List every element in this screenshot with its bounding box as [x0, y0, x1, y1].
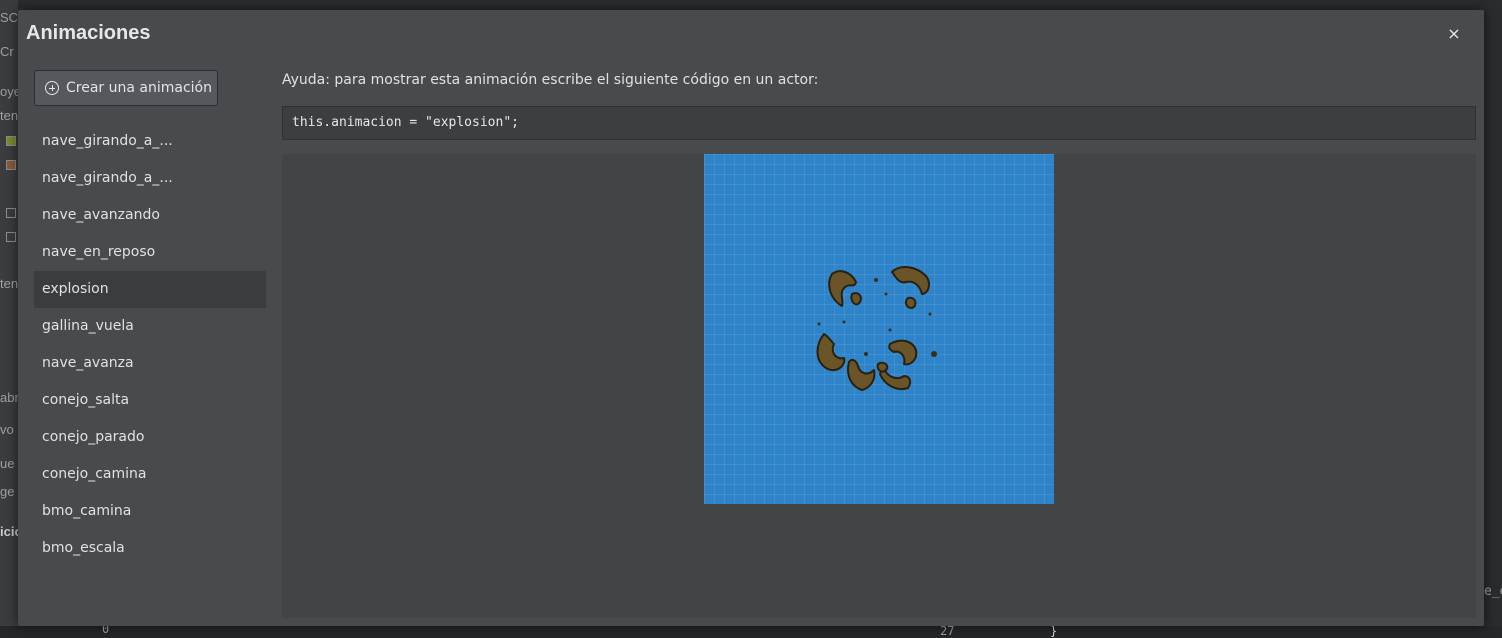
bg-fragment: Cr [0, 44, 14, 59]
close-button[interactable]: × [1446, 26, 1462, 42]
bg-fragment: ge [0, 484, 15, 499]
debris-chunk [879, 369, 912, 390]
bg-square [6, 232, 16, 242]
bg-fragment: icio [0, 524, 18, 539]
animation-list-item[interactable]: explosion [34, 271, 266, 308]
bg-code-brace: } [1050, 626, 1058, 638]
animation-list-item[interactable]: bmo_camina [34, 493, 266, 530]
bg-fragment: e_e [1484, 584, 1502, 599]
debris-chunk [876, 361, 889, 373]
debris-chunk [816, 333, 846, 372]
animation-list-item[interactable]: nave_avanzando [34, 197, 266, 234]
animation-list-item[interactable]: nave_en_reposo [34, 234, 266, 271]
bg-fragment: abri [0, 390, 18, 405]
debris-chunk [891, 266, 930, 295]
background-right-panel: e_e [1484, 0, 1502, 638]
animation-preview-area [282, 154, 1476, 618]
animation-list-item[interactable]: conejo_parado [34, 419, 266, 456]
bg-square [6, 136, 16, 146]
bg-fragment: oye [0, 84, 18, 99]
background-left-panel: SC Cr oye ten ten abri vo ue ge icio [0, 0, 18, 638]
animation-list-item[interactable]: bmo_escala [34, 530, 266, 567]
bg-fragment: 0 [102, 626, 110, 636]
debris-chunk [904, 296, 917, 309]
animation-list-item[interactable]: nave_avanza [34, 345, 266, 382]
bg-fragment: ten [0, 276, 18, 291]
debris-particle [931, 351, 937, 357]
background-topbar [0, 0, 1502, 10]
animation-list-item[interactable]: gallina_vuela [34, 308, 266, 345]
bg-line-number: 27 [940, 626, 955, 638]
debris-particle [874, 278, 878, 282]
dialog-title: Animaciones [26, 22, 151, 44]
create-animation-button[interactable]: Crear una animación [34, 70, 218, 106]
code-snippet[interactable]: this.animacion = "explosion"; [282, 106, 1476, 140]
animation-list-item[interactable]: nave_girando_a_... [34, 123, 266, 160]
debris-particle [928, 312, 932, 316]
bg-fragment: ue [0, 456, 15, 471]
debris-chunk [850, 292, 862, 306]
debris-particle [864, 352, 868, 356]
animation-list: nave_girando_a_... nave_girando_a_... na… [34, 123, 266, 567]
animation-list-item[interactable]: nave_girando_a_... [34, 160, 266, 197]
animation-list-item[interactable]: conejo_camina [34, 456, 266, 493]
background-bottom-strip: 0 27 } [0, 626, 1502, 638]
debris-particle [888, 328, 892, 332]
debris-particle [817, 322, 821, 326]
bg-fragment: SC [0, 10, 18, 25]
debris-particle [884, 292, 888, 296]
animation-list-item[interactable]: conejo_salta [34, 382, 266, 419]
debris-particle [842, 320, 846, 324]
animation-canvas [704, 154, 1054, 504]
create-animation-label: Crear una animación [66, 80, 212, 96]
bg-fragment: ten [0, 108, 18, 123]
animations-dialog: Animaciones × Crear una animación nave_g… [18, 10, 1484, 626]
bg-square [6, 208, 16, 218]
bg-square [6, 160, 16, 170]
debris-chunk [847, 358, 876, 391]
bg-fragment: vo [0, 422, 14, 437]
plus-circle-icon [45, 81, 59, 95]
help-text: Ayuda: para mostrar esta animación escri… [282, 72, 819, 88]
debris-chunk [888, 339, 918, 366]
explosion-sprite [816, 266, 937, 391]
